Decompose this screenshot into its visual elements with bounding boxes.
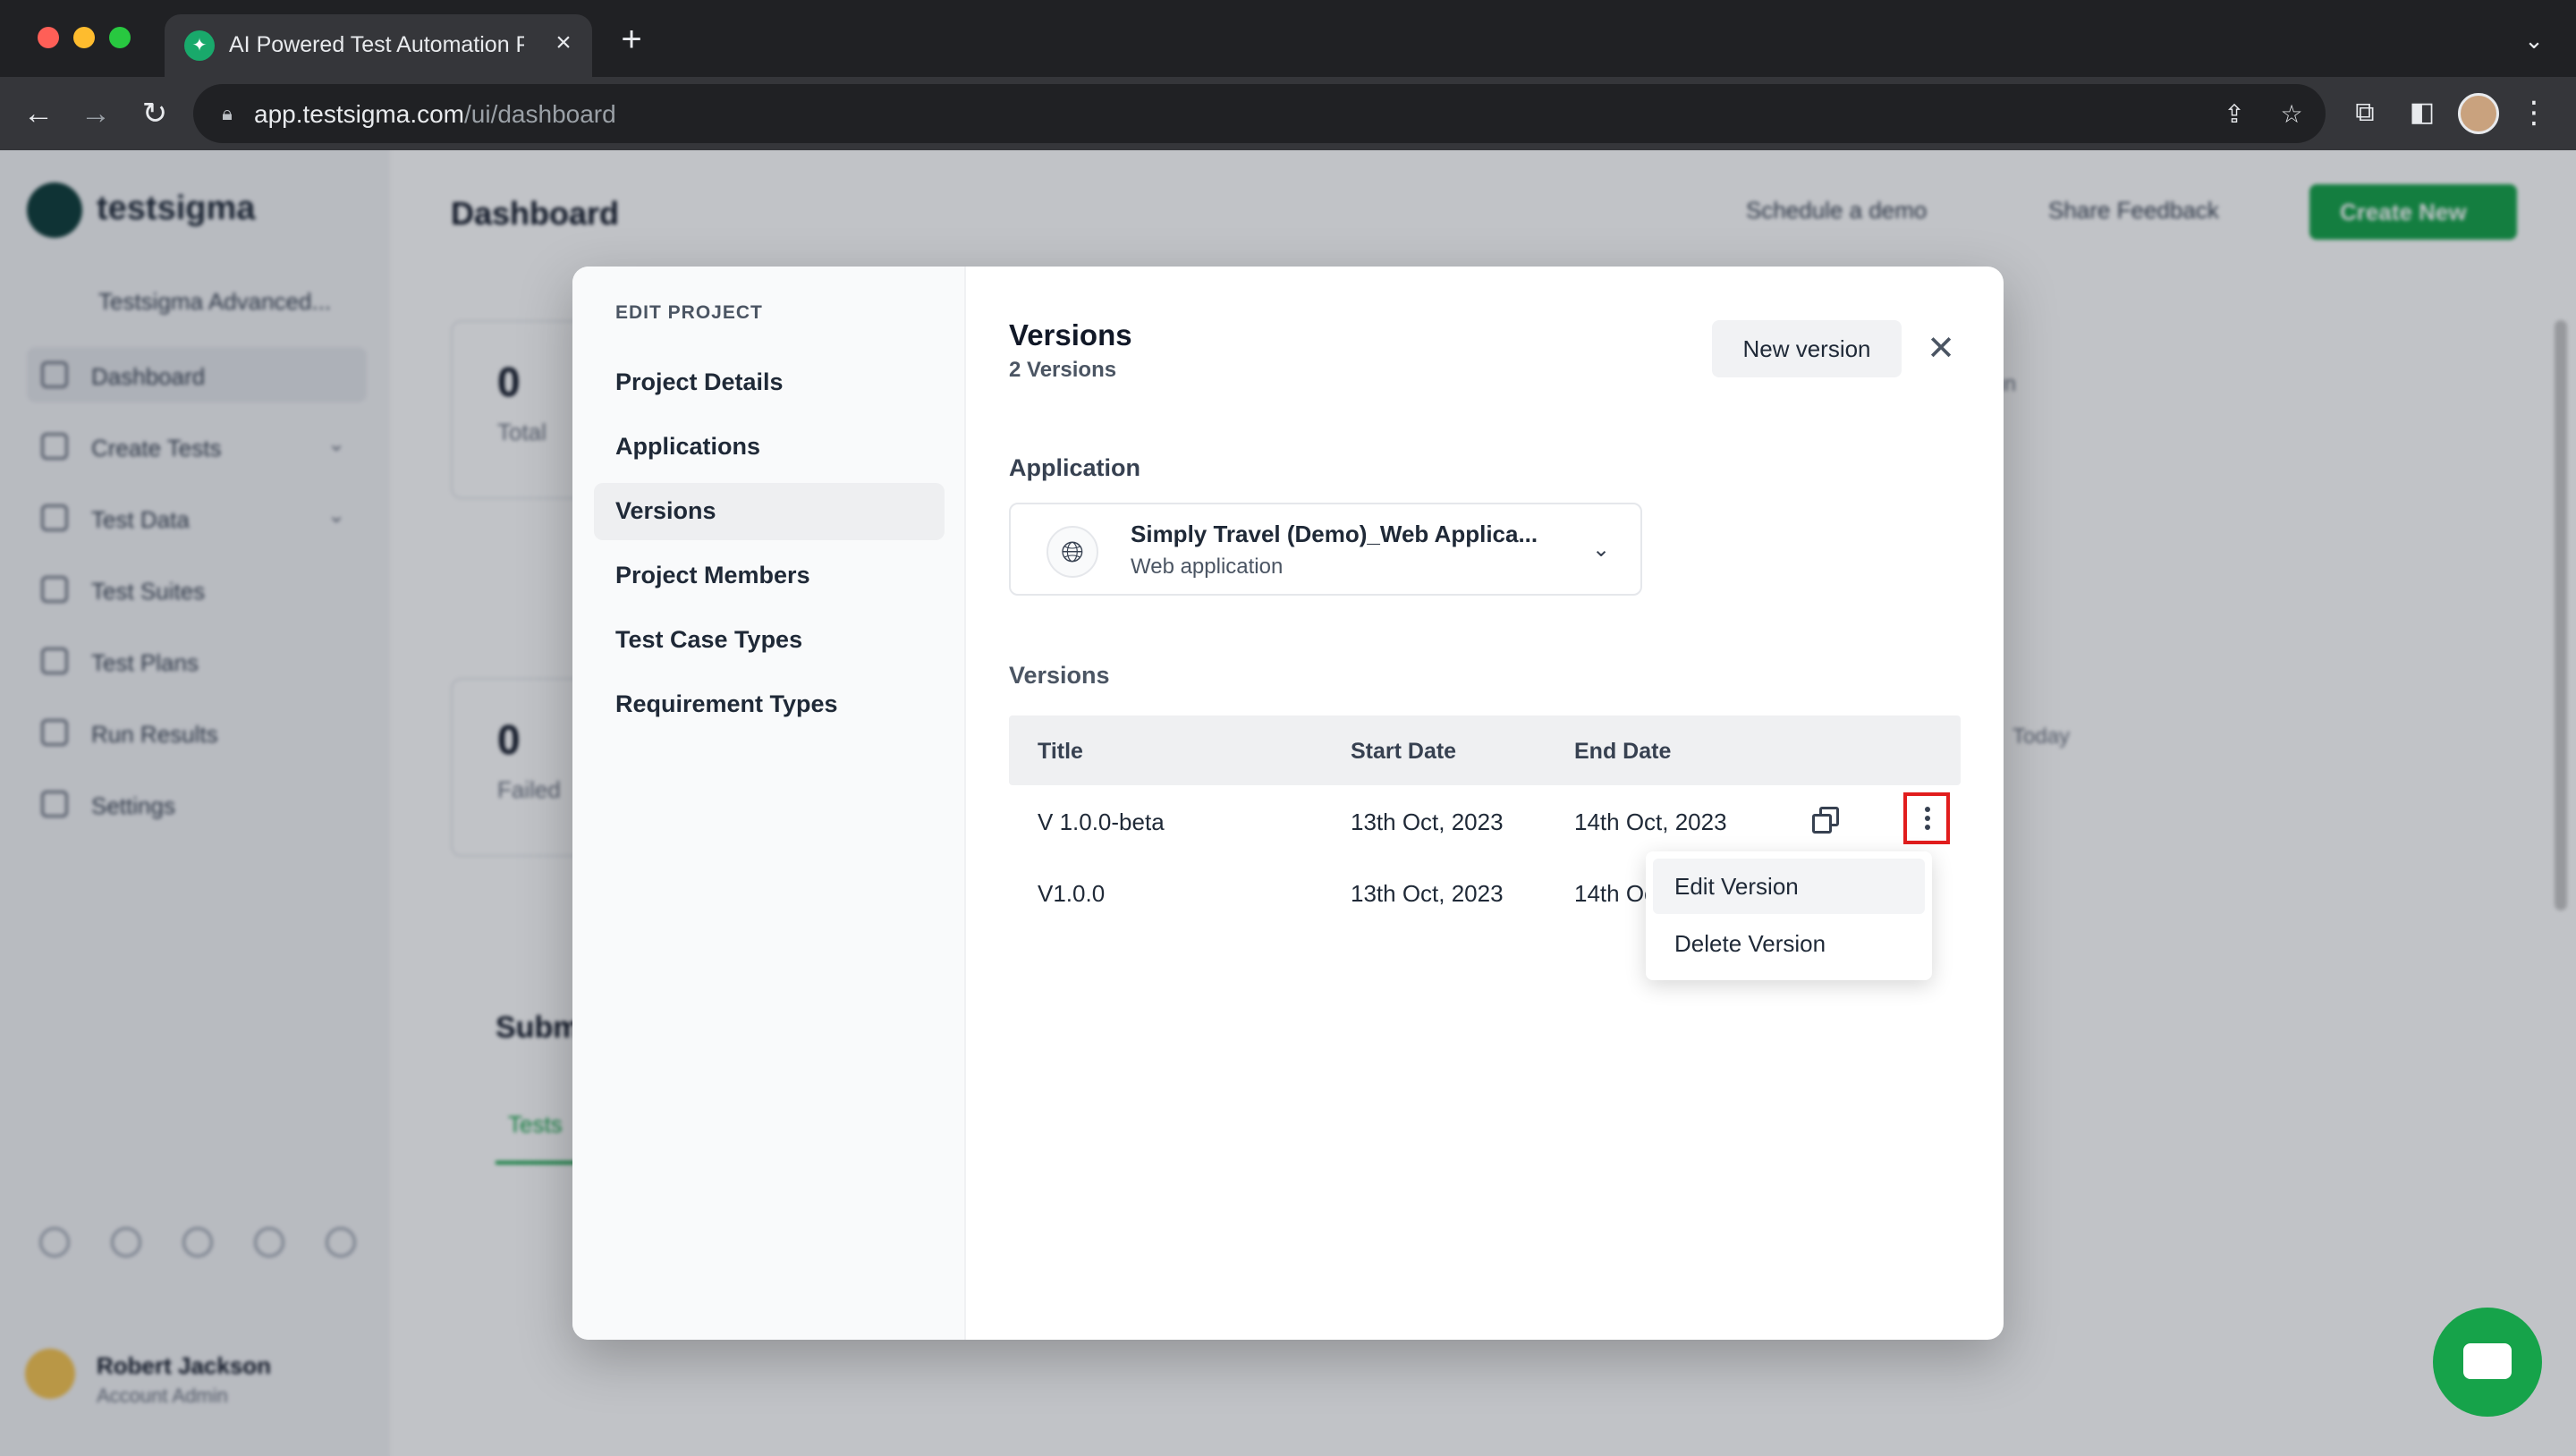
modal-sidebar: EDIT PROJECT Project Details Application… (572, 267, 966, 1340)
window-zoom-button[interactable] (109, 27, 131, 48)
row-actions-menu: Edit Version Delete Version (1646, 851, 1932, 980)
application-label: Application (1009, 454, 1140, 481)
versions-table-label: Versions (1009, 662, 1110, 689)
tab-search-chevron-icon[interactable]: ⌄ (2521, 27, 2547, 54)
copy-icon-front (1812, 814, 1832, 834)
modal-nav-project-details[interactable]: Project Details (594, 354, 945, 411)
tab-close-icon[interactable]: × (547, 27, 580, 59)
window-close-button[interactable] (38, 27, 59, 48)
version-start-date: 13th Oct, 2023 (1351, 880, 1504, 907)
menu-item-label: Delete Version (1674, 930, 1826, 957)
tab-title: AI Powered Test Automation Platform (229, 32, 524, 57)
forward-arrow-icon[interactable]: → (75, 93, 116, 134)
new-version-button[interactable]: New version (1712, 320, 1902, 377)
row-actions-kebab-button[interactable] (1903, 792, 1950, 844)
window-minimize-button[interactable] (73, 27, 95, 48)
column-header-start-date: Start Date (1351, 739, 1457, 764)
menu-item-label: Edit Version (1674, 873, 1799, 900)
modal-nav-label: Test Case Types (615, 626, 803, 653)
modal-nav-requirement-types[interactable]: Requirement Types (594, 676, 945, 733)
address-bar[interactable]: 🔒︎ app.testsigma.com/ui/dashboard ⇪ ☆ (193, 84, 2326, 143)
bookmark-star-icon[interactable]: ☆ (2275, 98, 2308, 131)
chevron-down-icon: ⌄ (1592, 538, 1611, 562)
profile-avatar[interactable] (2458, 93, 2499, 134)
modal-content: Versions 2 Versions New version ✕ Applic… (966, 267, 2004, 1340)
modal-nav-label: Applications (615, 433, 761, 460)
version-start-date: 13th Oct, 2023 (1351, 808, 1504, 835)
chat-launcher-button[interactable] (2433, 1308, 2542, 1417)
versions-count: 2 Versions (1009, 358, 1117, 382)
browser-toolbar: ← → ↻ 🔒︎ app.testsigma.com/ui/dashboard … (0, 77, 2576, 150)
application-type: Web application (1131, 554, 1284, 579)
modal-nav-applications[interactable]: Applications (594, 419, 945, 476)
browser-tab-active[interactable]: ✦ AI Powered Test Automation Platform × (165, 14, 592, 77)
copy-icon[interactable] (1809, 803, 1844, 839)
modal-sidebar-heading: EDIT PROJECT (615, 302, 763, 323)
url-host: app.testsigma.com (254, 100, 464, 128)
version-title: V 1.0.0-beta (1038, 808, 1165, 835)
modal-nav-label: Requirement Types (615, 690, 838, 717)
modal-nav-label: Project Details (615, 368, 784, 395)
delete-version-menu-item[interactable]: Delete Version (1653, 916, 1925, 971)
new-tab-icon[interactable]: + (615, 21, 648, 57)
globe-icon: 🌐︎ (1046, 526, 1098, 578)
browser-menu-kebab-icon[interactable]: ⋮ (2519, 95, 2549, 131)
reload-icon[interactable]: ↻ (134, 93, 175, 134)
extensions-puzzle-icon[interactable]: ⧉ (2347, 95, 2383, 131)
kebab-dot (1925, 816, 1930, 821)
share-icon[interactable]: ⇪ (2218, 98, 2250, 131)
browser-tab-bar: ✦ AI Powered Test Automation Platform × … (0, 0, 2576, 77)
kebab-dot (1925, 825, 1930, 830)
url-path: /ui/dashboard (464, 100, 616, 128)
version-title: V1.0.0 (1038, 880, 1106, 907)
column-header-end-date: End Date (1574, 739, 1672, 764)
table-row[interactable]: V 1.0.0-beta 13th Oct, 2023 14th Oct, 20… (1009, 785, 1961, 857)
table-header: Title Start Date End Date (1009, 715, 1961, 785)
edit-project-modal: EDIT PROJECT Project Details Application… (572, 267, 2004, 1340)
side-panel-icon[interactable]: ◧ (2404, 95, 2440, 131)
testsigma-favicon-icon: ✦ (184, 30, 215, 61)
modal-nav-test-case-types[interactable]: Test Case Types (594, 612, 945, 669)
edit-version-menu-item[interactable]: Edit Version (1653, 859, 1925, 914)
lock-icon[interactable]: 🔒︎ (215, 100, 240, 127)
version-end-date: 14th Oct, 2023 (1574, 808, 1727, 835)
url-text[interactable]: app.testsigma.com/ui/dashboard (254, 100, 616, 129)
application-name: Simply Travel (Demo)_Web Applica... (1131, 521, 1538, 547)
chat-icon (2463, 1343, 2512, 1379)
close-icon[interactable]: ✕ (1921, 329, 1961, 368)
versions-title: Versions (1009, 318, 1132, 351)
column-header-title: Title (1038, 739, 1083, 764)
application-select[interactable]: 🌐︎ Simply Travel (Demo)_Web Applica... W… (1009, 503, 1642, 596)
modal-nav-project-members[interactable]: Project Members (594, 547, 945, 605)
modal-nav-label: Project Members (615, 562, 810, 588)
kebab-dot (1925, 807, 1930, 812)
back-arrow-icon[interactable]: ← (18, 93, 59, 134)
modal-nav-versions[interactable]: Versions (594, 483, 945, 540)
modal-nav-label: Versions (615, 497, 716, 524)
